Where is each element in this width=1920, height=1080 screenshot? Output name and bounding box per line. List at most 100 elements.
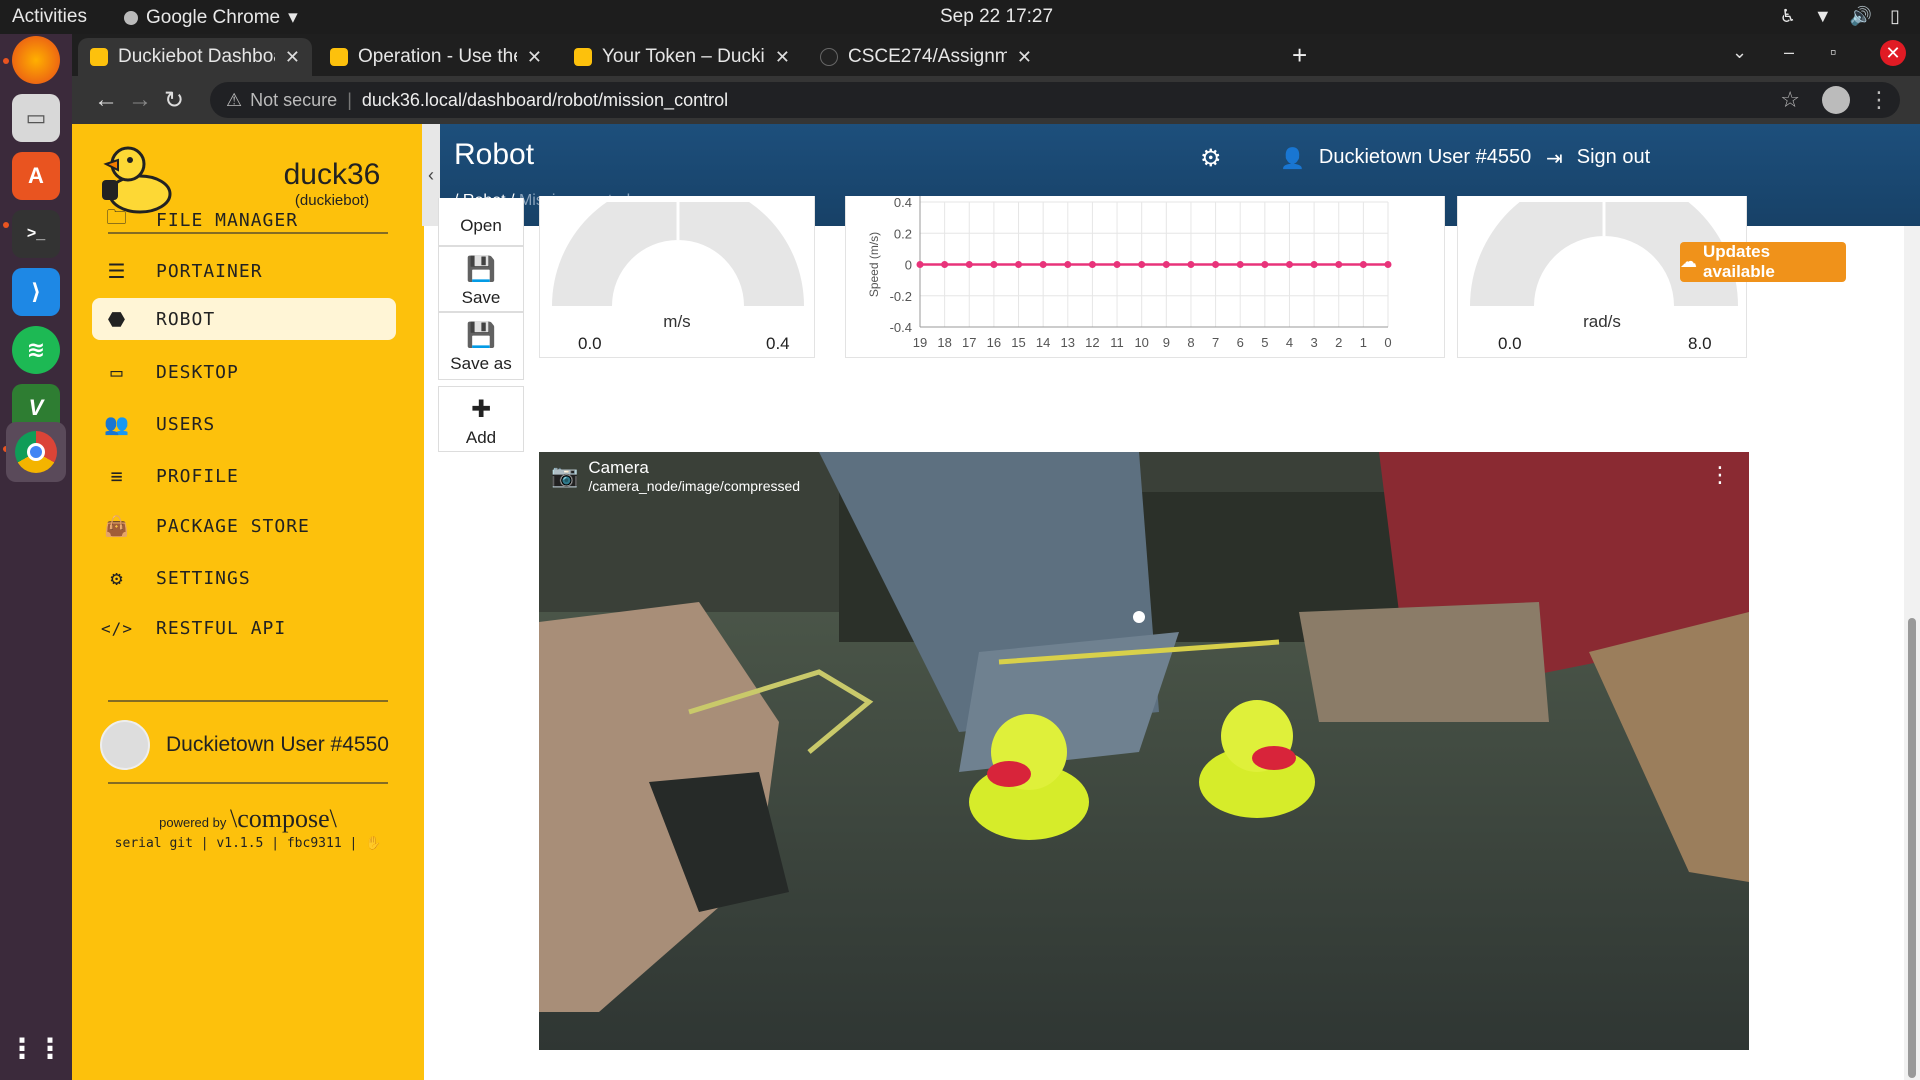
- minimize-icon[interactable]: –: [1784, 42, 1794, 63]
- page-scrollbar[interactable]: [1904, 226, 1920, 1080]
- chrome-small-icon: [124, 10, 138, 25]
- close-tab-icon[interactable]: ✕: [285, 47, 300, 68]
- data-point: [1359, 261, 1367, 268]
- sidebar-item-label: FILE MANAGER: [156, 209, 299, 231]
- maximize-icon[interactable]: ▫: [1830, 42, 1836, 63]
- address-bar[interactable]: ⚠ Not secure | duck36.local/dashboard/ro…: [210, 82, 1900, 118]
- back-icon[interactable]: ←: [94, 86, 118, 114]
- firefox-icon[interactable]: [12, 36, 60, 84]
- system-tray[interactable]: ♿ ▼ 🔊 ▯: [1780, 6, 1900, 27]
- tab-csce274[interactable]: CSCE274/Assignments/Pr ✕: [808, 38, 1044, 76]
- tab-duckiebot-dashboard[interactable]: Duckiebot Dashboard - Ro ✕: [78, 38, 312, 76]
- folder-icon: 🗀: [106, 205, 128, 229]
- data-point: [1384, 261, 1392, 268]
- floppy-disk-plus-icon: 💾: [466, 322, 496, 349]
- sidebar-item-label: PACKAGE STORE: [156, 515, 310, 537]
- close-tab-icon[interactable]: ✕: [775, 47, 790, 68]
- x-tick-label: 10: [1134, 335, 1148, 350]
- browser-menu-icon[interactable]: ⋮: [1868, 87, 1890, 113]
- add-button[interactable]: ✚ Add: [438, 386, 524, 452]
- scrollbar-thumb[interactable]: [1908, 618, 1916, 1078]
- battery-icon[interactable]: ▯: [1890, 6, 1900, 27]
- angular-min: 0.0: [1498, 334, 1522, 353]
- android-icon: ⬣: [107, 307, 127, 331]
- x-tick-label: 3: [1310, 335, 1317, 350]
- x-tick-label: 1: [1360, 335, 1367, 350]
- sidebar-item-desktop[interactable]: ▭ DESKTOP: [92, 346, 396, 398]
- data-point: [1335, 261, 1343, 268]
- data-point: [1088, 261, 1096, 268]
- accessibility-icon[interactable]: ♿: [1780, 6, 1796, 27]
- close-tab-icon[interactable]: ✕: [527, 47, 542, 68]
- x-tick-label: 11: [1110, 335, 1124, 350]
- files-icon[interactable]: ▭: [12, 94, 60, 142]
- data-point: [1162, 261, 1170, 268]
- save-button[interactable]: 💾 Save: [438, 246, 524, 312]
- activities-button[interactable]: Activities: [12, 6, 87, 28]
- data-point: [1310, 261, 1318, 268]
- show-apps-icon[interactable]: ⋮⋮: [8, 1024, 64, 1072]
- profile-avatar-icon[interactable]: [1822, 86, 1850, 114]
- x-tick-label: 17: [962, 335, 976, 350]
- duck-favicon-icon: [574, 48, 592, 66]
- bookmark-star-icon[interactable]: ☆: [1780, 87, 1800, 113]
- header-user[interactable]: 👤 Duckietown User #4550: [1280, 146, 1531, 171]
- y-tick-label: 0.2: [894, 226, 912, 241]
- sidebar-item-package-store[interactable]: 👜 PACKAGE STORE: [92, 500, 396, 552]
- clock[interactable]: Sep 22 17:27: [940, 6, 1053, 28]
- robot-name: duck36: [283, 158, 381, 191]
- data-point: [1138, 261, 1146, 268]
- wifi-icon[interactable]: ▼: [1814, 6, 1832, 27]
- powered-by-label: powered by: [159, 815, 227, 830]
- sidebar-item-users[interactable]: 👥 USERS: [92, 398, 396, 450]
- close-tab-icon[interactable]: ✕: [1017, 47, 1032, 68]
- x-tick-label: 14: [1036, 335, 1050, 350]
- speed-gauge-card: m/s 0.0 0.4: [539, 196, 815, 358]
- terminal-icon[interactable]: >_: [12, 210, 60, 258]
- volume-icon[interactable]: 🔊: [1850, 6, 1872, 27]
- sign-out-button[interactable]: ⇥ Sign out: [1546, 146, 1650, 171]
- open-button[interactable]: Open: [438, 198, 524, 246]
- spotify-icon[interactable]: ≋: [12, 326, 60, 374]
- x-tick-label: 8: [1187, 335, 1194, 350]
- tab-title: Duckiebot Dashboard - Ro: [118, 46, 275, 67]
- sidebar-item-profile[interactable]: ≡ PROFILE: [92, 450, 396, 502]
- open-label: Open: [460, 216, 502, 235]
- sidebar-item-file-manager[interactable]: 🗀 FILE MANAGER: [92, 194, 396, 246]
- vscode-icon[interactable]: ⟩: [12, 268, 60, 316]
- x-tick-label: 7: [1212, 335, 1219, 350]
- sidebar-item-portainer[interactable]: ☰ PORTAINER: [92, 245, 396, 297]
- url-text[interactable]: duck36.local/dashboard/robot/mission_con…: [362, 90, 728, 111]
- gear-icon: ⚙: [110, 566, 124, 590]
- speed-chart: 0.40.20-0.2-0.419 18 17 16 15 14 13 12 11 10 9 8 7 6 5…: [867, 195, 1392, 350]
- speed-chart-card: 0.4 0.2 0 -0.2 -0.4 19 18 17 16 15 14 13 12 11 10 9 8 7 6 5…: [845, 195, 1445, 358]
- data-point: [1113, 261, 1121, 268]
- new-tab-icon[interactable]: +: [1292, 40, 1307, 71]
- save-as-button[interactable]: 💾 Save as: [438, 312, 524, 380]
- app-menu[interactable]: Google Chrome ▾: [124, 6, 298, 29]
- users-icon: 👥: [104, 412, 130, 436]
- tab-your-token[interactable]: Your Token – Duckietown ✕: [562, 38, 802, 76]
- sidebar-item-settings[interactable]: ⚙ SETTINGS: [92, 552, 396, 604]
- settings-gear-icon[interactable]: ⚙: [1200, 144, 1222, 173]
- divider: |: [347, 89, 352, 110]
- tab-search-icon[interactable]: ⌄: [1732, 42, 1747, 63]
- angular-max: 8.0: [1688, 334, 1712, 353]
- header-username: Duckietown User #4550: [1318, 146, 1532, 168]
- tab-operation[interactable]: Operation - Use the Dashb ✕: [318, 38, 554, 76]
- x-tick-label: 4: [1286, 335, 1293, 350]
- updates-available-button[interactable]: ☁ Updates available: [1680, 242, 1846, 282]
- forward-icon[interactable]: →: [128, 86, 152, 114]
- close-window-icon[interactable]: ✕: [1880, 40, 1906, 66]
- software-center-icon[interactable]: A: [12, 152, 60, 200]
- github-favicon-icon: [820, 48, 838, 66]
- x-tick-label: 5: [1261, 335, 1268, 350]
- reload-icon[interactable]: ↻: [164, 86, 184, 115]
- monitor-icon: ▭: [110, 360, 124, 384]
- sidebar-item-restful-api[interactable]: </> RESTFUL API: [92, 602, 396, 654]
- sidebar-item-robot[interactable]: ⬣ ROBOT: [92, 298, 396, 340]
- chrome-dock-item[interactable]: [6, 422, 66, 482]
- camera-menu-icon[interactable]: ⋮: [1709, 462, 1731, 488]
- page-title: Robot: [454, 138, 535, 171]
- sidebar-user[interactable]: Duckietown User #4550: [100, 720, 389, 770]
